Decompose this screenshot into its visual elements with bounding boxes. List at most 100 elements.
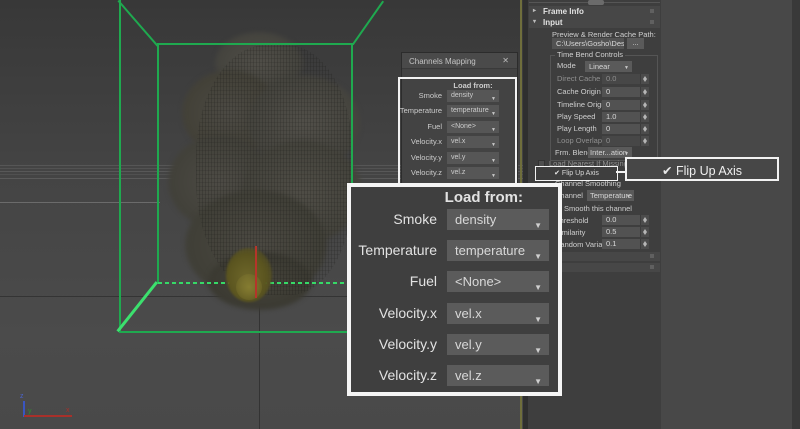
rollout-header-input[interactable]: ▾ Input xyxy=(529,17,660,28)
cache-path-field[interactable]: C:\Users\Gosho\Desktop\ xyxy=(552,38,624,49)
random-variation-spinner[interactable]: 0.1 xyxy=(602,239,649,249)
spinner-arrows-icon[interactable] xyxy=(640,74,649,84)
spinner-arrows-icon[interactable] xyxy=(640,136,649,146)
velocity-z-dropdown-zoom[interactable]: vel.z▼ xyxy=(447,365,549,386)
channel-dropdown[interactable]: Temperature ▼ xyxy=(587,190,634,201)
browse-button[interactable]: ... xyxy=(627,38,644,49)
timeline-origin-spinner[interactable]: 0 xyxy=(602,100,649,110)
smoke-channel-dropdown-zoom[interactable]: density▼ xyxy=(447,209,549,230)
smoke-channel-dropdown[interactable]: density ▼ xyxy=(447,90,499,102)
spinner-value: 0 xyxy=(606,124,610,133)
emitter-red-line xyxy=(255,246,257,298)
row-label: Temperature xyxy=(398,105,442,117)
close-icon[interactable]: ✕ xyxy=(502,56,509,65)
dialog-title-bar[interactable]: Channels Mapping ✕ xyxy=(402,53,517,69)
dropdown-value: vel.z xyxy=(455,368,482,383)
frm-blend-label: Frm. Blend xyxy=(555,148,592,158)
dropdown-arrow-icon: ▼ xyxy=(534,277,542,298)
spinner-value: 0 xyxy=(606,87,610,96)
row-label: Velocity.z xyxy=(398,167,442,179)
row-label: Velocity.z xyxy=(350,365,437,386)
panel-scroll-handle[interactable] xyxy=(588,0,604,5)
screen-right-edge xyxy=(792,0,800,429)
row-label: Smoke xyxy=(350,209,437,230)
loop-overlap-spinner[interactable]: 0 xyxy=(602,136,649,146)
direct-cache-index-spinner[interactable]: 0.0 xyxy=(602,74,649,84)
spinner-arrows-icon[interactable] xyxy=(640,239,649,249)
spinner-label: Loop Overlap xyxy=(557,136,602,146)
dropdown-arrow-icon: ▼ xyxy=(626,192,631,203)
flip-up-axis-checkbox[interactable]: ✔ Flip Up Axis xyxy=(535,166,618,181)
dropdown-arrow-icon: ▼ xyxy=(491,170,496,182)
play-speed-spinner[interactable]: 1.0 xyxy=(602,112,649,122)
dropdown-arrow-icon: ▼ xyxy=(534,371,542,392)
smooth-channel-label: Smooth this channel xyxy=(564,204,632,214)
dropdown-value: vel.y xyxy=(455,337,482,352)
flip-up-axis-callout: ✔ Flip Up Axis xyxy=(625,157,779,181)
cache-path-value: C:\Users\Gosho\Desktop\ xyxy=(556,39,624,48)
spinner-arrows-icon[interactable] xyxy=(640,112,649,122)
fuel-channel-dropdown-zoom[interactable]: <None>▼ xyxy=(447,271,549,292)
box-edge xyxy=(157,43,354,45)
velocity-x-dropdown[interactable]: vel.x▼ xyxy=(447,136,499,148)
similarity-spinner[interactable]: 0.5 xyxy=(602,227,649,237)
channel-smoothing-label: Channel Smoothing xyxy=(553,180,623,188)
dropdown-arrow-icon: ▼ xyxy=(491,108,496,120)
rollout-header-frame-info[interactable]: ▸ Frame Info xyxy=(529,6,660,17)
temperature-channel-dropdown-zoom[interactable]: temperature▼ xyxy=(447,240,549,261)
fuel-channel-dropdown[interactable]: <None>▼ xyxy=(447,121,499,133)
mode-dropdown[interactable]: Linear ▼ xyxy=(585,61,632,72)
box-edge xyxy=(119,331,359,333)
velocity-y-dropdown-zoom[interactable]: vel.y▼ xyxy=(447,334,549,355)
spinner-arrows-icon[interactable] xyxy=(640,215,649,225)
x-axis-line xyxy=(24,415,72,417)
rollout-pin-icon xyxy=(650,265,654,269)
dropdown-arrow-icon: ▼ xyxy=(534,215,542,236)
spinner-arrows-icon[interactable] xyxy=(640,227,649,237)
row-label: Temperature xyxy=(350,240,437,261)
spinner-arrows-icon[interactable] xyxy=(640,124,649,134)
rollout-pin-icon xyxy=(650,20,654,24)
dropdown-value: density xyxy=(455,212,496,227)
spinner-value: 0 xyxy=(606,100,610,109)
check-icon: ✔ xyxy=(554,170,560,177)
spinner-label: Timeline Origin xyxy=(557,100,607,110)
fire-core xyxy=(236,274,262,300)
spinner-value: 0.0 xyxy=(606,74,616,83)
rollout-collapsed-icon: ▸ xyxy=(533,6,536,17)
row-label: Velocity.x xyxy=(398,136,442,148)
velocity-y-dropdown[interactable]: vel.y ▼ xyxy=(447,152,499,164)
velocity-x-dropdown-zoom[interactable]: vel.x▼ xyxy=(447,303,549,324)
x-axis-label: x xyxy=(66,407,70,414)
time-bend-group-label: Time Bend Controls xyxy=(555,51,625,59)
mode-value: Linear xyxy=(589,62,610,71)
dropdown-value: density xyxy=(451,92,473,99)
row-label: Velocity.y xyxy=(398,152,442,164)
application-window: z y x ▸ Frame Info ▾ Input Preview & Ren… xyxy=(0,0,800,429)
row-label: Fuel xyxy=(350,271,437,292)
spinner-label: Play Speed xyxy=(557,112,595,122)
row-label: Smoke xyxy=(398,90,442,102)
dropdown-arrow-icon: ▼ xyxy=(534,246,542,267)
temperature-channel-dropdown[interactable]: temperature▼ xyxy=(447,105,499,117)
dropdown-value: vel.y xyxy=(451,154,465,161)
dropdown-value: vel.z xyxy=(451,169,465,176)
dropdown-arrow-icon: ▼ xyxy=(491,155,496,167)
smoke-voxel-texture xyxy=(196,45,352,295)
flip-up-axis-label: Flip Up Axis xyxy=(562,170,599,177)
box-edge xyxy=(157,44,159,284)
velocity-z-dropdown[interactable]: vel.z ▼ xyxy=(447,167,499,179)
dropdown-arrow-icon: ▼ xyxy=(491,93,496,105)
command-panel-background xyxy=(661,0,800,429)
dropdown-value: <None> xyxy=(455,274,501,289)
cache-origin-spinner[interactable]: 0 xyxy=(602,87,649,97)
mode-label: Mode xyxy=(557,61,576,71)
play-length-spinner[interactable]: 0 xyxy=(602,124,649,134)
spinner-arrows-icon[interactable] xyxy=(640,87,649,97)
dropdown-value: temperature xyxy=(451,107,489,114)
dialog-title: Channels Mapping xyxy=(409,57,476,66)
dropdown-arrow-icon: ▼ xyxy=(624,63,629,74)
spinner-arrows-icon[interactable] xyxy=(640,100,649,110)
rollout-label: Frame Info xyxy=(543,6,584,17)
threshold-spinner[interactable]: 0.0 xyxy=(602,215,649,225)
